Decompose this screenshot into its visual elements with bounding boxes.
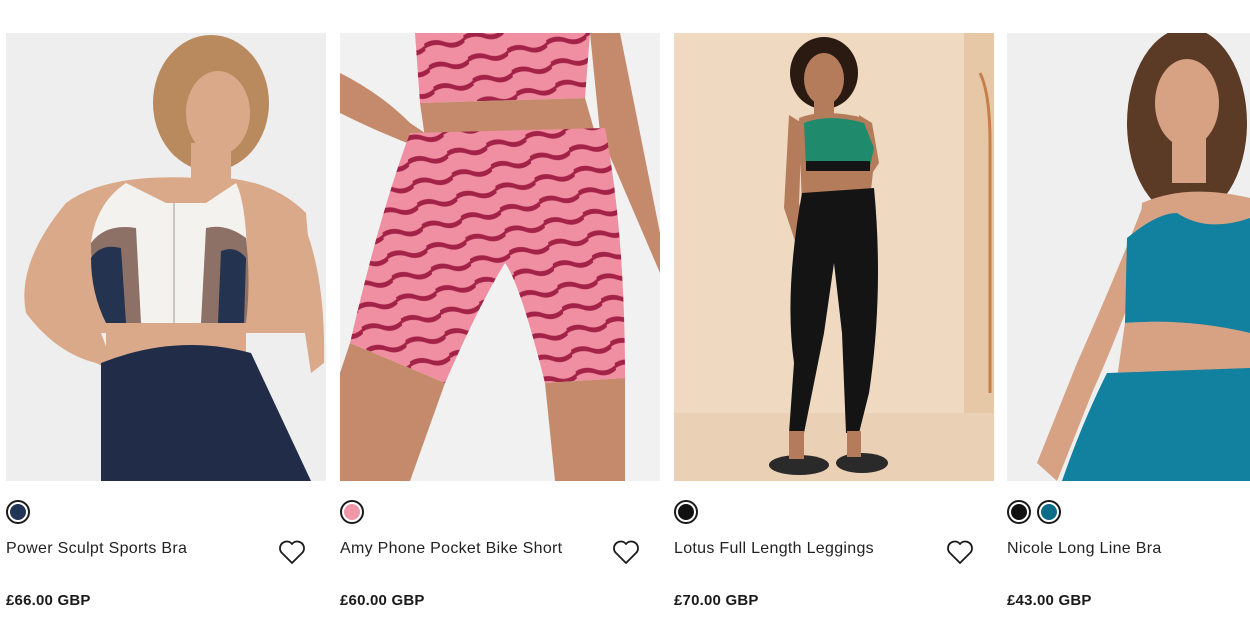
heart-outline-icon[interactable]: [612, 539, 640, 565]
heart-outline-icon[interactable]: [946, 539, 974, 565]
color-swatches: [340, 500, 364, 530]
product-price: £70.00 GBP: [674, 592, 759, 609]
color-swatch-pink[interactable]: [340, 500, 364, 524]
product-image[interactable]: [6, 33, 326, 481]
product-image[interactable]: [1007, 33, 1250, 481]
product-price: £66.00 GBP: [6, 592, 91, 609]
product-name[interactable]: Power Sculpt Sports Bra: [6, 540, 187, 558]
product-card-nicole-long-line-bra: Nicole Long Line Bra £43.00 GBP: [1007, 33, 1250, 624]
color-swatches: [674, 500, 698, 530]
product-price: £43.00 GBP: [1007, 592, 1092, 609]
color-swatch-black[interactable]: [674, 500, 698, 524]
product-grid: Power Sculpt Sports Bra £66.00 GBP Amy P…: [6, 33, 1250, 624]
product-price: £60.00 GBP: [340, 592, 425, 609]
product-name[interactable]: Nicole Long Line Bra: [1007, 540, 1162, 558]
color-swatch-navy[interactable]: [6, 500, 30, 524]
product-name[interactable]: Lotus Full Length Leggings: [674, 540, 874, 558]
product-card-lotus-full-length-leggings: Lotus Full Length Leggings £70.00 GBP: [674, 33, 994, 624]
color-swatch-teal[interactable]: [1037, 500, 1061, 524]
color-swatch-black[interactable]: [1007, 500, 1031, 524]
color-swatches: [1007, 500, 1061, 530]
product-card-power-sculpt-sports-bra: Power Sculpt Sports Bra £66.00 GBP: [6, 33, 326, 624]
product-name[interactable]: Amy Phone Pocket Bike Short: [340, 540, 562, 558]
color-swatches: [6, 500, 30, 530]
product-image[interactable]: [340, 33, 660, 481]
heart-outline-icon[interactable]: [278, 539, 306, 565]
product-image[interactable]: [674, 33, 994, 481]
product-card-amy-phone-pocket-bike-short: Amy Phone Pocket Bike Short £60.00 GBP: [340, 33, 660, 624]
